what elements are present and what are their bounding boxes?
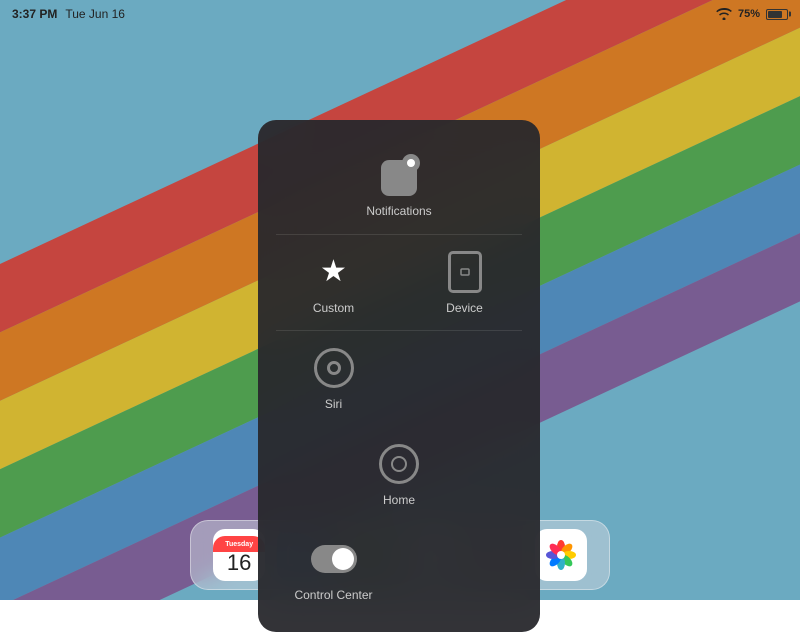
control-center-label: Control Center <box>294 588 372 604</box>
control-center-item[interactable]: Control Center <box>268 522 399 618</box>
home-label: Home <box>383 493 415 509</box>
status-right: 75% <box>716 8 788 20</box>
popup-grid: Notifications ★ Custom Device <box>268 138 530 618</box>
device-item[interactable]: Device <box>399 235 530 331</box>
home-icon <box>376 441 422 487</box>
photos-icon <box>541 535 581 575</box>
device-label: Device <box>446 301 483 317</box>
assistive-touch-menu: Notifications ★ Custom Device <box>258 120 540 632</box>
battery-icon <box>766 9 788 20</box>
custom-label: Custom <box>313 301 354 317</box>
status-left: 3:37 PM Tue Jun 16 <box>12 7 125 21</box>
device-icon <box>442 249 488 295</box>
notification-icon <box>376 152 422 198</box>
toggle-icon <box>311 536 357 582</box>
siri-label: Siri <box>325 397 342 413</box>
time-label: 3:37 PM <box>12 7 57 21</box>
wifi-icon <box>716 8 732 20</box>
home-item[interactable]: Home <box>268 427 530 523</box>
custom-item[interactable]: ★ Custom <box>268 235 399 331</box>
battery-percent: 75% <box>738 8 760 20</box>
notifications-label: Notifications <box>366 204 431 220</box>
siri-item[interactable]: Siri <box>268 331 399 427</box>
status-bar: 3:37 PM Tue Jun 16 75% <box>0 0 800 28</box>
battery-fill <box>768 11 782 18</box>
notifications-item[interactable]: Notifications <box>268 138 530 234</box>
date-label: Tue Jun 16 <box>65 7 125 21</box>
photos-app[interactable] <box>535 529 587 581</box>
calendar-day-number: 16 <box>227 552 251 574</box>
siri-icon <box>311 345 357 391</box>
star-icon: ★ <box>311 249 357 295</box>
